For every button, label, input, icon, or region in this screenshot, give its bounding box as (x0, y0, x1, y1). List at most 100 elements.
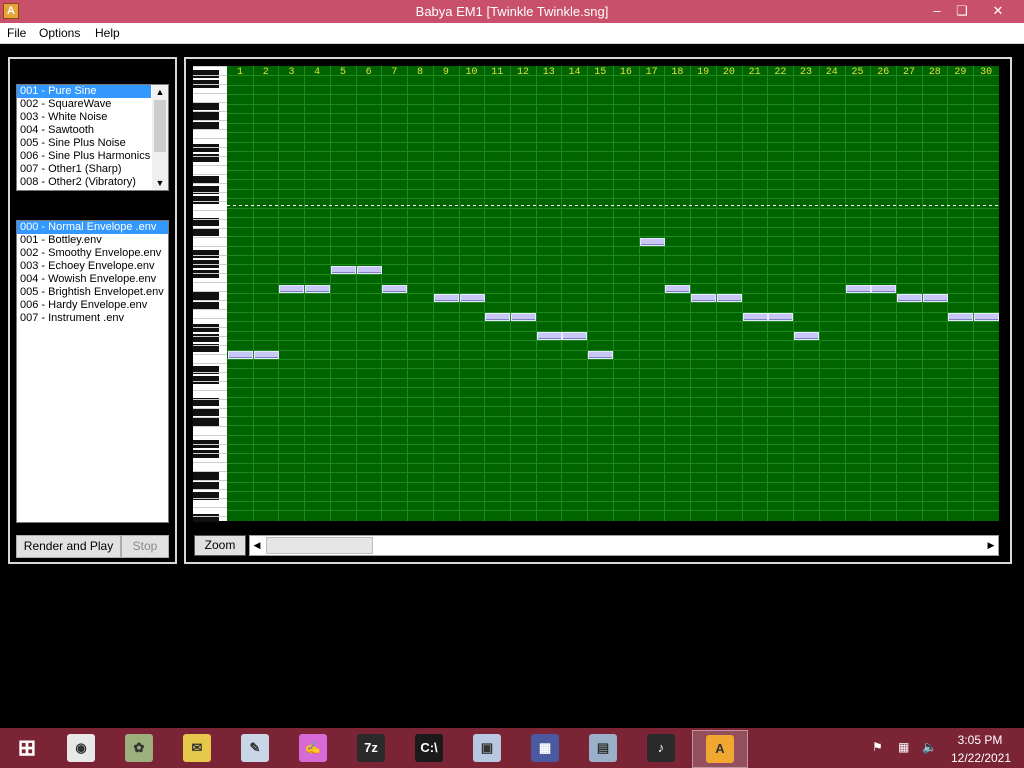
waveform-list-item[interactable]: 002 - SquareWave (17, 98, 151, 111)
note-block[interactable] (228, 351, 253, 359)
taskbar-item[interactable]: A (692, 730, 748, 768)
scroll-right-icon[interactable]: ▶ (984, 536, 998, 555)
taskbar-item[interactable]: ▦ (518, 730, 572, 766)
taskbar-item[interactable]: C:\ (402, 730, 456, 766)
taskbar-item[interactable]: ◉ (54, 730, 108, 766)
hscroll-thumb[interactable] (266, 537, 373, 554)
note-block[interactable] (357, 266, 382, 274)
envelope-list-item[interactable]: 000 - Normal Envelope .env (17, 221, 168, 234)
note-block[interactable] (846, 285, 871, 293)
note-block[interactable] (717, 294, 742, 302)
menu-help[interactable]: Help (95, 26, 120, 40)
note-block[interactable] (974, 313, 999, 321)
clock-date[interactable]: 12/22/2021 (946, 751, 1016, 765)
note-block[interactable] (588, 351, 613, 359)
black-key[interactable] (193, 228, 219, 236)
note-block[interactable] (897, 294, 922, 302)
black-key[interactable] (193, 324, 219, 332)
piano-roll-grid[interactable] (227, 66, 999, 521)
stop-button[interactable]: Stop (121, 535, 169, 558)
note-block[interactable] (485, 313, 510, 321)
black-key[interactable] (193, 408, 219, 416)
black-key[interactable] (193, 376, 219, 384)
volume-icon[interactable]: 🔈 (922, 740, 938, 754)
flag-icon[interactable]: ⚑ (872, 740, 888, 754)
envelope-list-item[interactable]: 004 - Wowish Envelope.env (17, 273, 168, 286)
black-key[interactable] (193, 450, 219, 458)
black-key[interactable] (193, 144, 219, 152)
waveform-list-item[interactable]: 005 - Sine Plus Noise (17, 137, 151, 150)
envelope-list-item[interactable]: 006 - Hardy Envelope.env (17, 299, 168, 312)
minimize-button[interactable]: – (925, 2, 949, 20)
note-block[interactable] (511, 313, 536, 321)
envelope-list-item[interactable]: 003 - Echoey Envelope.env (17, 260, 168, 273)
note-block[interactable] (382, 285, 407, 293)
taskbar-item[interactable]: ⊞ (0, 730, 54, 766)
black-key[interactable] (193, 270, 219, 278)
piano-keyboard[interactable] (193, 66, 227, 522)
horizontal-scrollbar[interactable]: ◀ ▶ (249, 535, 999, 556)
envelope-list-item[interactable]: 002 - Smoothy Envelope.env (17, 247, 168, 260)
note-block[interactable] (948, 313, 973, 321)
black-key[interactable] (193, 472, 219, 480)
taskbar-item[interactable]: ✿ (112, 730, 166, 766)
envelope-list-item[interactable]: 007 - Instrument .env (17, 312, 168, 325)
restore-button[interactable]: ❏ (950, 2, 974, 20)
close-button[interactable]: ✕ (986, 2, 1010, 20)
waveform-list-item[interactable]: 004 - Sawtooth (17, 124, 151, 137)
waveform-list-item[interactable]: 003 - White Noise (17, 111, 151, 124)
note-block[interactable] (279, 285, 304, 293)
menu-file[interactable]: File (7, 26, 26, 40)
column-number: 7 (391, 67, 398, 78)
note-block[interactable] (434, 294, 459, 302)
taskbar-item[interactable]: ✎ (228, 730, 282, 766)
note-block[interactable] (305, 285, 330, 293)
note-block[interactable] (331, 266, 356, 274)
black-key[interactable] (193, 70, 219, 78)
waveform-list-item[interactable]: 006 - Sine Plus Harmonics (17, 150, 151, 163)
note-block[interactable] (640, 238, 665, 246)
column-number: 25 (851, 67, 864, 78)
taskbar-item[interactable]: ✉ (170, 730, 224, 766)
envelope-list-item[interactable]: 005 - Brightish Envelopet.env (17, 286, 168, 299)
note-block[interactable] (871, 285, 896, 293)
waveform-scrollbar[interactable]: ▲ ▼ (152, 85, 168, 190)
black-key[interactable] (193, 102, 219, 110)
network-icon[interactable]: ▦ (898, 740, 914, 754)
waveform-list-item[interactable]: 007 - Other1 (Sharp) (17, 163, 151, 176)
render-and-play-button[interactable]: Render and Play (16, 535, 121, 558)
note-block[interactable] (562, 332, 587, 340)
note-block[interactable] (254, 351, 279, 359)
black-key[interactable] (193, 196, 219, 204)
note-block[interactable] (794, 332, 819, 340)
scroll-down-icon[interactable]: ▼ (152, 176, 168, 190)
black-key[interactable] (193, 418, 219, 426)
note-block[interactable] (691, 294, 716, 302)
zoom-button[interactable]: Zoom (194, 535, 246, 556)
note-block[interactable] (460, 294, 485, 302)
envelope-list[interactable]: 000 - Normal Envelope .env 001 - Bottley.… (16, 220, 169, 523)
black-key[interactable] (193, 292, 219, 300)
clock-time[interactable]: 3:05 PM (950, 733, 1010, 747)
taskbar-item[interactable]: 7z (344, 730, 398, 766)
note-block[interactable] (768, 313, 793, 321)
taskbar-item[interactable]: ♪ (634, 730, 688, 766)
column-number: 23 (800, 67, 813, 78)
black-key[interactable] (193, 112, 219, 120)
envelope-list-item[interactable]: 001 - Bottley.env (17, 234, 168, 247)
note-block[interactable] (743, 313, 768, 321)
menu-options[interactable]: Options (39, 26, 80, 40)
scroll-up-icon[interactable]: ▲ (152, 85, 168, 99)
scroll-left-icon[interactable]: ◀ (250, 536, 264, 555)
taskbar-item[interactable]: ✍ (286, 730, 340, 766)
waveform-list-item[interactable]: 008 - Other2 (Vibratory) (17, 176, 151, 189)
waveform-list-item[interactable]: 001 - Pure Sine (17, 85, 151, 98)
black-key[interactable] (193, 250, 219, 258)
taskbar-item[interactable]: ▤ (576, 730, 630, 766)
waveform-list[interactable]: 001 - Pure Sine 002 - SquareWave 003 - Whi… (16, 84, 169, 191)
scroll-thumb[interactable] (154, 100, 166, 152)
note-block[interactable] (923, 294, 948, 302)
note-block[interactable] (537, 332, 562, 340)
note-block[interactable] (665, 285, 690, 293)
taskbar-item[interactable]: ▣ (460, 730, 514, 766)
